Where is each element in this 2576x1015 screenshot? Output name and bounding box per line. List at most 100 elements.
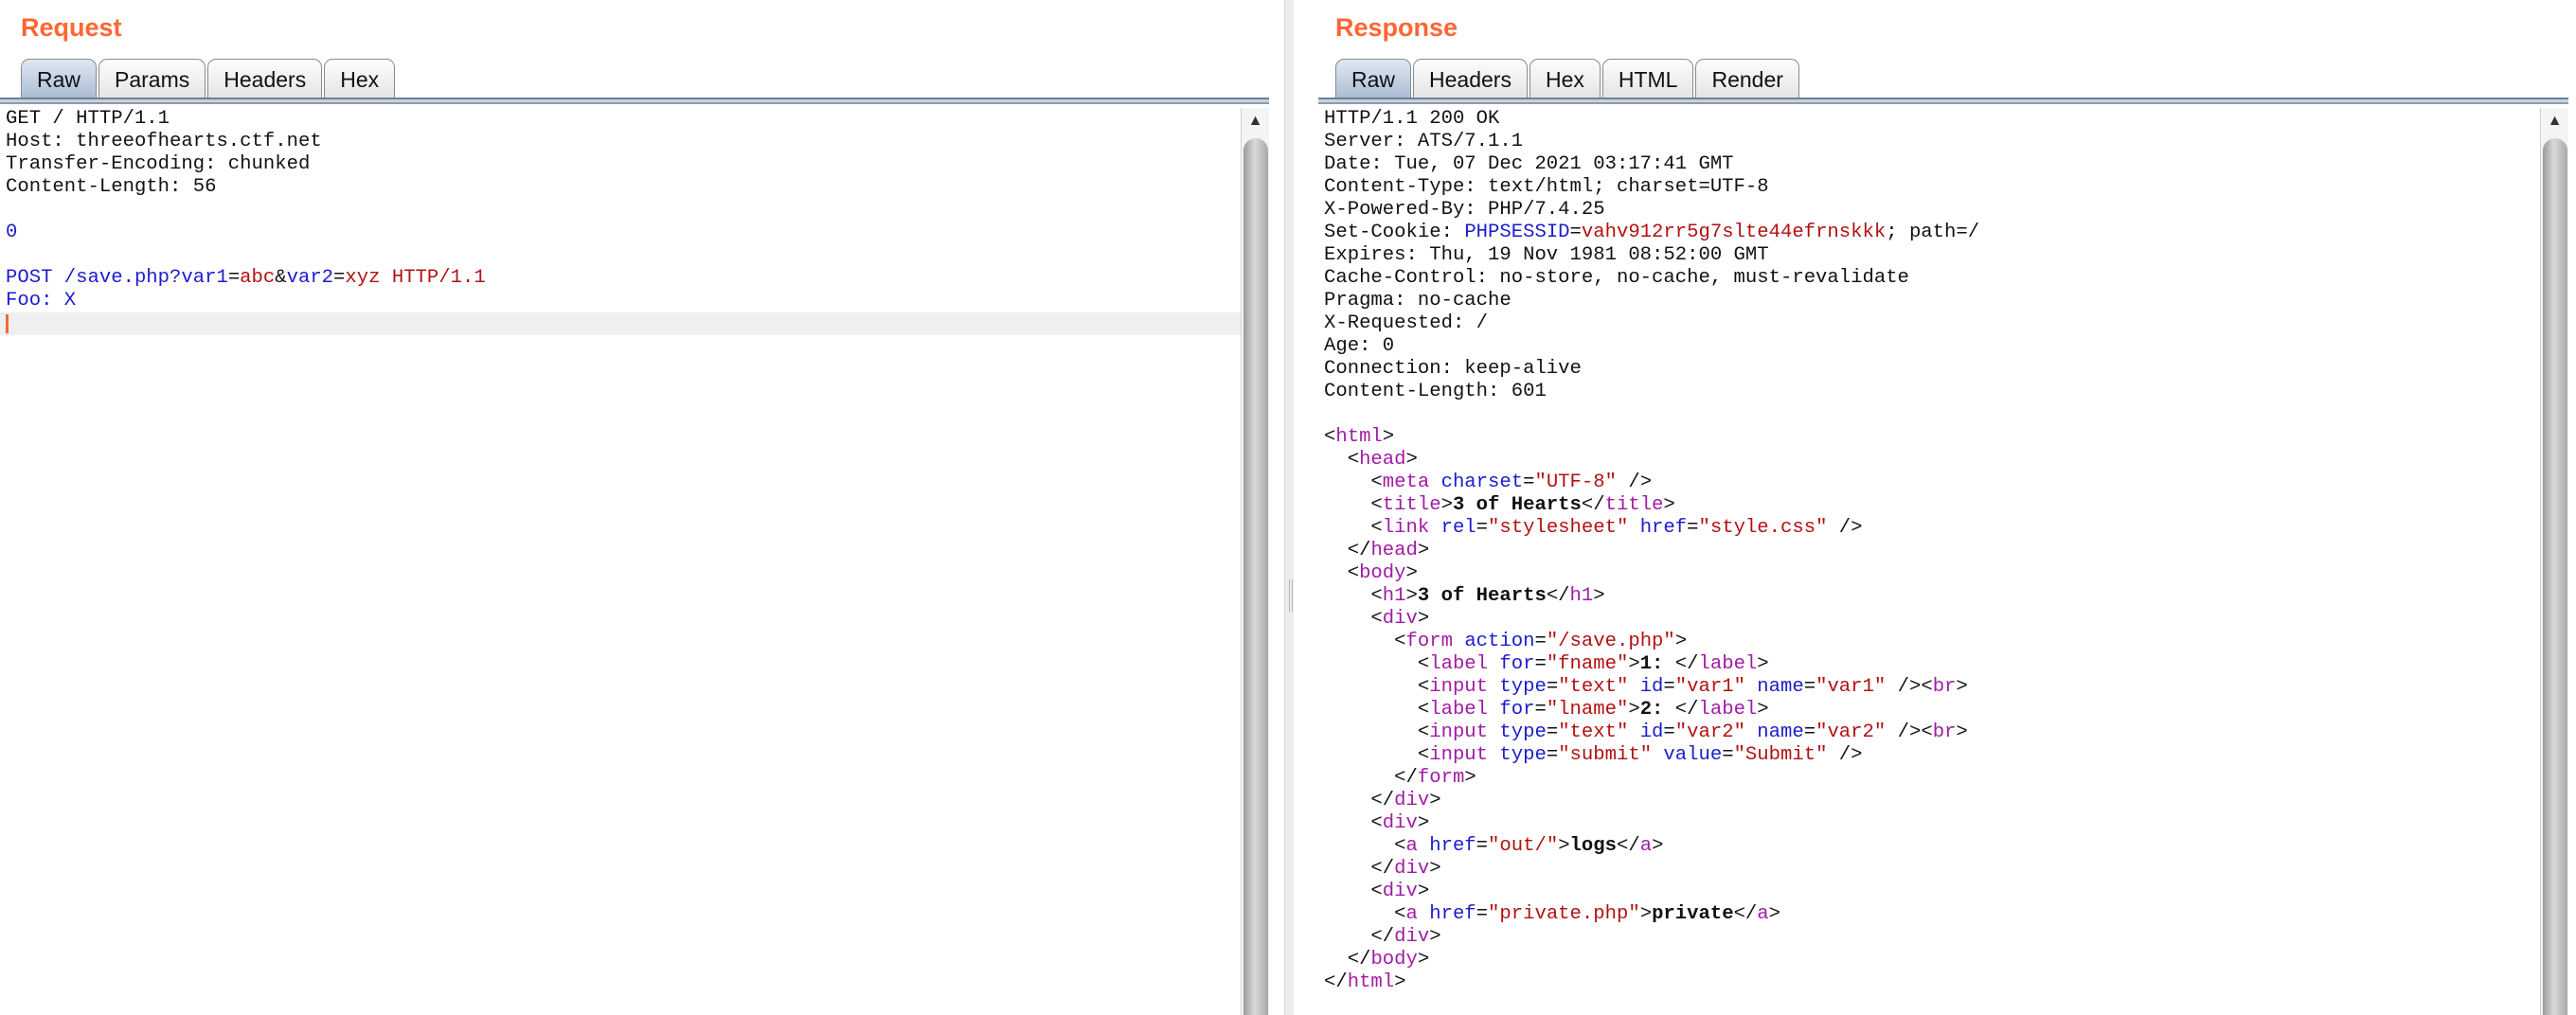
code-token: Cache-Control: no-store, no-cache, must-…	[1324, 267, 1909, 289]
response-title: Response	[1335, 13, 1458, 42]
code-token: "var2"	[1674, 721, 1745, 743]
code-token: var2	[286, 267, 334, 289]
code-token: input	[1429, 721, 1489, 743]
code-token: form	[1405, 631, 1453, 652]
code-token: for	[1499, 653, 1535, 675]
code-token: "var1"	[1816, 676, 1887, 698]
response-tab-hex[interactable]: Hex	[1529, 59, 1601, 98]
request-scrollbar[interactable]: ▲	[1241, 108, 1269, 1015]
code-token: >	[1628, 653, 1640, 675]
request-scroll-thumb[interactable]	[1243, 138, 1268, 1015]
divider-grip-icon[interactable]	[1289, 579, 1293, 612]
code-token: </	[1324, 858, 1395, 880]
code-token: id	[1639, 676, 1664, 698]
code-token: for	[1499, 699, 1535, 721]
code-line: X-Powered-By: PHP/7.4.25	[1318, 199, 2540, 222]
request-tab-params[interactable]: Params	[98, 59, 206, 98]
code-token: >	[1674, 631, 1688, 652]
code-line: <form action="/save.php">	[1318, 631, 2540, 653]
code-token: >	[1417, 949, 1430, 970]
request-editor[interactable]: GET / HTTP/1.1 Host: threeofhearts.ctf.ne…	[0, 108, 1241, 1015]
code-token: </	[1324, 926, 1395, 948]
code-token: </	[1324, 971, 1348, 993]
code-token: div	[1394, 858, 1430, 880]
response-tab-raw[interactable]: Raw	[1335, 59, 1412, 98]
code-line: HTTP/1.1 200 OK	[1318, 108, 2540, 131]
code-token: >	[1417, 608, 1430, 630]
code-token: =	[1803, 721, 1816, 743]
code-token: a	[1405, 903, 1418, 925]
code-token: 1:	[1639, 653, 1664, 675]
code-line: <link rel="stylesheet" href="style.css" …	[1318, 517, 2540, 540]
code-token: =	[1803, 676, 1816, 698]
code-token: vahv912rr5g7slte44efrnskkk	[1581, 222, 1887, 243]
code-token: >	[1768, 903, 1781, 925]
up-arrow-icon[interactable]: ▲	[1242, 108, 1269, 134]
code-token: =	[333, 267, 346, 289]
code-token: />	[1827, 517, 1863, 539]
code-token: h1	[1382, 585, 1406, 607]
code-line: Cache-Control: no-store, no-cache, must-…	[1318, 267, 2540, 290]
up-arrow-icon[interactable]: ▲	[2541, 108, 2568, 134]
code-line: <div>	[1318, 881, 2540, 903]
code-token: Content-Length: 56	[6, 176, 217, 198]
request-tab-headers[interactable]: Headers	[207, 59, 323, 98]
text-caret	[6, 314, 9, 333]
code-token: "UTF-8"	[1534, 472, 1617, 493]
code-token: meta	[1382, 472, 1430, 493]
code-line: Content-Length: 56	[0, 176, 1241, 199]
code-token: a	[1405, 835, 1418, 857]
code-token: <	[1324, 653, 1430, 675]
code-token: "text"	[1558, 721, 1629, 743]
code-token: title	[1604, 494, 1664, 516]
code-token: =	[1722, 744, 1734, 766]
code-token: =	[1569, 222, 1582, 243]
code-line: <input type="submit" value="Submit" />	[1318, 744, 2540, 767]
code-token: div	[1382, 881, 1418, 902]
code-token: a	[1757, 903, 1769, 925]
request-tab-raw[interactable]: Raw	[21, 59, 98, 98]
code-token: =	[1476, 517, 1489, 539]
response-tab-html[interactable]: HTML	[1601, 59, 1694, 98]
code-token: <	[1324, 835, 1406, 857]
code-token: HTTP/1.1 200 OK	[1324, 108, 1500, 130]
response-scroll-thumb[interactable]	[2543, 138, 2567, 1015]
code-token: "/save.php"	[1546, 631, 1675, 652]
response-tab-headers[interactable]: Headers	[1413, 59, 1528, 98]
code-token: =	[1546, 676, 1559, 698]
code-token: >	[1429, 790, 1441, 811]
code-token: href	[1639, 517, 1688, 539]
code-token: a	[1639, 835, 1653, 857]
code-token: "var1"	[1674, 676, 1745, 698]
code-token: GET / HTTP/1.1	[6, 108, 170, 130]
code-token: <	[1324, 562, 1360, 584]
code-token: logs	[1569, 835, 1617, 857]
code-token: <	[1324, 585, 1383, 607]
code-line: X-Requested: /	[1318, 312, 2540, 335]
code-token: </	[1616, 835, 1640, 857]
code-token: >	[1382, 426, 1395, 448]
response-tab-render[interactable]: Render	[1695, 59, 1799, 98]
code-token: private	[1652, 903, 1734, 925]
code-token: /><	[1886, 721, 1933, 743]
code-line: </div>	[1318, 858, 2540, 881]
request-tab-hex[interactable]: Hex	[324, 59, 396, 98]
response-editor[interactable]: HTTP/1.1 200 OK Server: ATS/7.1.1 Date: Tu…	[1318, 108, 2540, 1015]
code-token: type	[1499, 744, 1547, 766]
response-scrollbar[interactable]: ▲	[2540, 108, 2568, 1015]
code-line: </form>	[1318, 767, 2540, 790]
code-token: =	[1534, 699, 1547, 721]
code-token: </	[1581, 494, 1605, 516]
request-title: Request	[21, 13, 122, 42]
code-line: GET / HTTP/1.1	[0, 108, 1241, 131]
code-token: />	[1616, 472, 1653, 493]
